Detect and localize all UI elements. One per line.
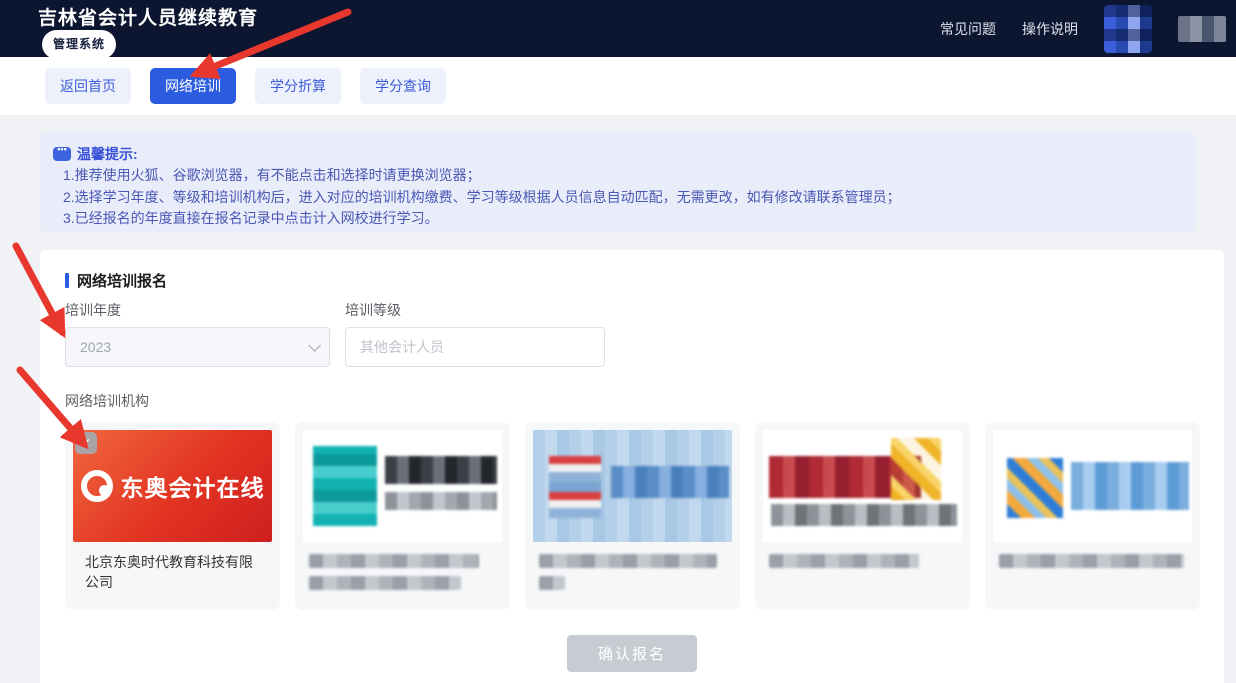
org-5-logo-textblock (1071, 462, 1189, 510)
section-title-row: 网络培训报名 (65, 270, 167, 291)
app-title-text: 吉林省会计人员继续教育 (38, 8, 258, 29)
redacted-text-bar (999, 554, 1184, 568)
training-level-label: 培训等级 (345, 300, 401, 320)
org-card-5-redacted[interactable] (985, 422, 1200, 610)
header-actions: 常见问题 操作说明 (940, 0, 1230, 57)
org-2-logo-redacted (303, 430, 502, 542)
tips-title-row: 温馨提示: (53, 143, 1180, 165)
redacted-text-bar (539, 576, 565, 590)
tips-line-3: 3.已经报名的年度直接在报名记录中点击计入网校进行学习。 (53, 208, 1180, 230)
confirm-registration-button[interactable]: 确认报名 (567, 635, 697, 672)
avatar[interactable] (1104, 5, 1152, 53)
training-year-select[interactable]: 2023 (65, 327, 330, 367)
tips-line-1: 1.推荐使用火狐、谷歌浏览器，有不能点击和选择时请更换浏览器； (53, 165, 1180, 187)
org-2-name-redacted (295, 542, 510, 590)
redacted-text-bar (539, 554, 717, 568)
chevron-down-icon (308, 339, 321, 352)
tab-home[interactable]: 返回首页 (45, 68, 131, 104)
redacted-text-bar (309, 576, 461, 590)
org-5-logo-redacted (993, 430, 1192, 542)
message-dots-icon (53, 147, 71, 161)
org-card-2-redacted[interactable] (295, 422, 510, 610)
faq-link[interactable]: 常见问题 (940, 19, 996, 39)
org-card-4-redacted[interactable] (755, 422, 970, 610)
training-level-input[interactable]: 其他会计人员 (345, 327, 605, 367)
dongao-logo: 东奥会计在线 (73, 430, 272, 542)
section-accent-bar (65, 273, 69, 288)
training-year-value: 2023 (80, 339, 111, 355)
org-3-logo-blob (549, 456, 601, 518)
section-title: 网络培训报名 (77, 270, 167, 291)
org-5-logo-blob (1007, 458, 1063, 518)
org-card-3-redacted[interactable] (525, 422, 740, 610)
registration-panel: 网络培训报名 培训年度 培训等级 2023 其他会计人员 网络培训机构 ✓ 东奥… (40, 250, 1224, 683)
header: 吉林省会计人员继续教育管理系统 常见问题 操作说明 (0, 0, 1236, 57)
app-title: 吉林省会计人员继续教育管理系统 (38, 7, 263, 59)
org-3-name-redacted (525, 542, 740, 590)
org-4-logo-subtext (771, 504, 957, 526)
tips-title: 温馨提示: (77, 144, 138, 164)
org-3-logo-textblock (611, 466, 729, 498)
system-badge: 管理系统 (42, 30, 116, 59)
manual-link[interactable]: 操作说明 (1022, 19, 1078, 39)
tips-box: 温馨提示: 1.推荐使用火狐、谷歌浏览器，有不能点击和选择时请更换浏览器； 2.… (40, 132, 1196, 232)
org-name: 北京东奥时代教育科技有限公司 (65, 542, 280, 592)
dongao-logo-text: 东奥会计在线 (121, 469, 265, 503)
org-2-logo-subtext (385, 492, 497, 510)
tab-bar: 返回首页 网络培训 学分折算 学分查询 (0, 57, 1236, 115)
org-4-logo-accent (891, 438, 941, 500)
org-4-name-redacted (755, 542, 970, 568)
org-card-dongao[interactable]: ✓ 东奥会计在线 北京东奥时代教育科技有限公司 (65, 422, 280, 610)
tab-credit-conversion[interactable]: 学分折算 (255, 68, 341, 104)
training-org-label: 网络培训机构 (65, 391, 149, 411)
org-5-name-redacted (985, 542, 1200, 568)
username-redacted (1178, 16, 1226, 42)
org-3-logo-redacted (533, 430, 732, 542)
tab-credit-query[interactable]: 学分查询 (360, 68, 446, 104)
org-4-logo-redacted (763, 430, 962, 542)
redacted-text-bar (769, 554, 919, 568)
org-2-logo-textblock (385, 456, 497, 484)
org-2-logo-blob (313, 446, 377, 526)
training-level-value: 其他会计人员 (360, 337, 444, 357)
redacted-text-bar (309, 554, 479, 568)
tips-line-2: 2.选择学习年度、等级和培训机构后，进入对应的培训机构缴费、学习等级根据人员信息… (53, 187, 1180, 209)
tab-online-training[interactable]: 网络培训 (150, 68, 236, 104)
checkbox-checked-icon[interactable]: ✓ (75, 432, 97, 454)
app-root: 吉林省会计人员继续教育管理系统 常见问题 操作说明 返回首页 网络培训 学分折算… (0, 0, 1236, 683)
training-year-label: 培训年度 (65, 300, 121, 320)
dongao-circle-icon (81, 470, 113, 502)
